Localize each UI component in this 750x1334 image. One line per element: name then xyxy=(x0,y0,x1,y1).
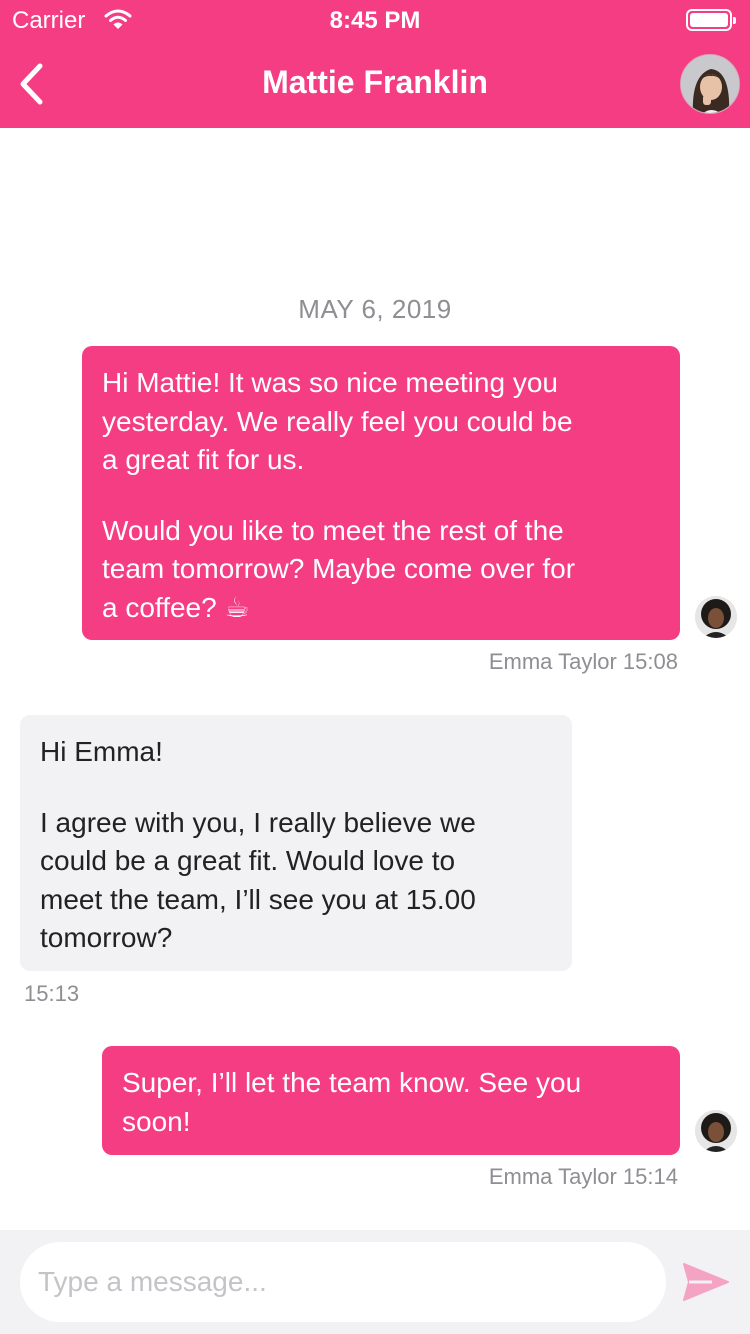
status-bar: Carrier 8:45 PM xyxy=(0,0,750,40)
sender-avatar xyxy=(695,596,737,638)
message-bubble-outgoing[interactable]: Super, I’ll let the team know. See you s… xyxy=(102,1046,680,1155)
message-text: yesterday. We really feel you could be xyxy=(102,405,573,437)
status-time: 8:45 PM xyxy=(329,7,421,34)
message-meta: 15:13 xyxy=(24,981,80,1006)
sender-avatar xyxy=(695,1110,737,1152)
conversation-title: Mattie Franklin xyxy=(262,64,488,100)
message-bubble-incoming[interactable]: Hi Emma! I agree with you, I really beli… xyxy=(20,715,572,971)
message-text: Would you like to meet the rest of the xyxy=(102,514,564,546)
message-text: a coffee? ☕ xyxy=(102,591,250,623)
send-button[interactable] xyxy=(682,1260,730,1304)
message-input[interactable] xyxy=(20,1242,666,1322)
date-divider: MAY 6, 2019 xyxy=(298,294,452,324)
navigation-bar: Carrier 8:45 PM Mattie Franklin xyxy=(0,0,750,128)
contact-avatar[interactable] xyxy=(680,54,740,114)
message-bubble-outgoing[interactable]: Hi Mattie! It was so nice meeting you ye… xyxy=(82,346,680,640)
message-text: Super, I’ll let the team know. See you xyxy=(122,1067,582,1098)
avatar-photo-icon xyxy=(681,55,739,113)
message-text: soon! xyxy=(122,1105,191,1137)
message-text: Hi Emma! xyxy=(40,736,163,767)
message-text: tomorrow? xyxy=(40,922,173,953)
message-meta: Emma Taylor 15:14 xyxy=(488,1164,678,1189)
message-text: Hi Mattie! It was so nice meeting you xyxy=(102,367,558,398)
battery-icon xyxy=(686,9,736,31)
message-text: meet the team, I’ll see you at 15.00 xyxy=(40,883,476,915)
message-text: a great fit for us. xyxy=(102,444,305,475)
message-meta: Emma Taylor 15:08 xyxy=(488,649,678,674)
message-text: I agree with you, I really believe we xyxy=(40,806,476,838)
message-text: team tomorrow? Maybe come over for xyxy=(102,553,576,584)
message-composer xyxy=(0,1230,750,1334)
message-text: could be a great fit. Would love to xyxy=(40,845,456,876)
